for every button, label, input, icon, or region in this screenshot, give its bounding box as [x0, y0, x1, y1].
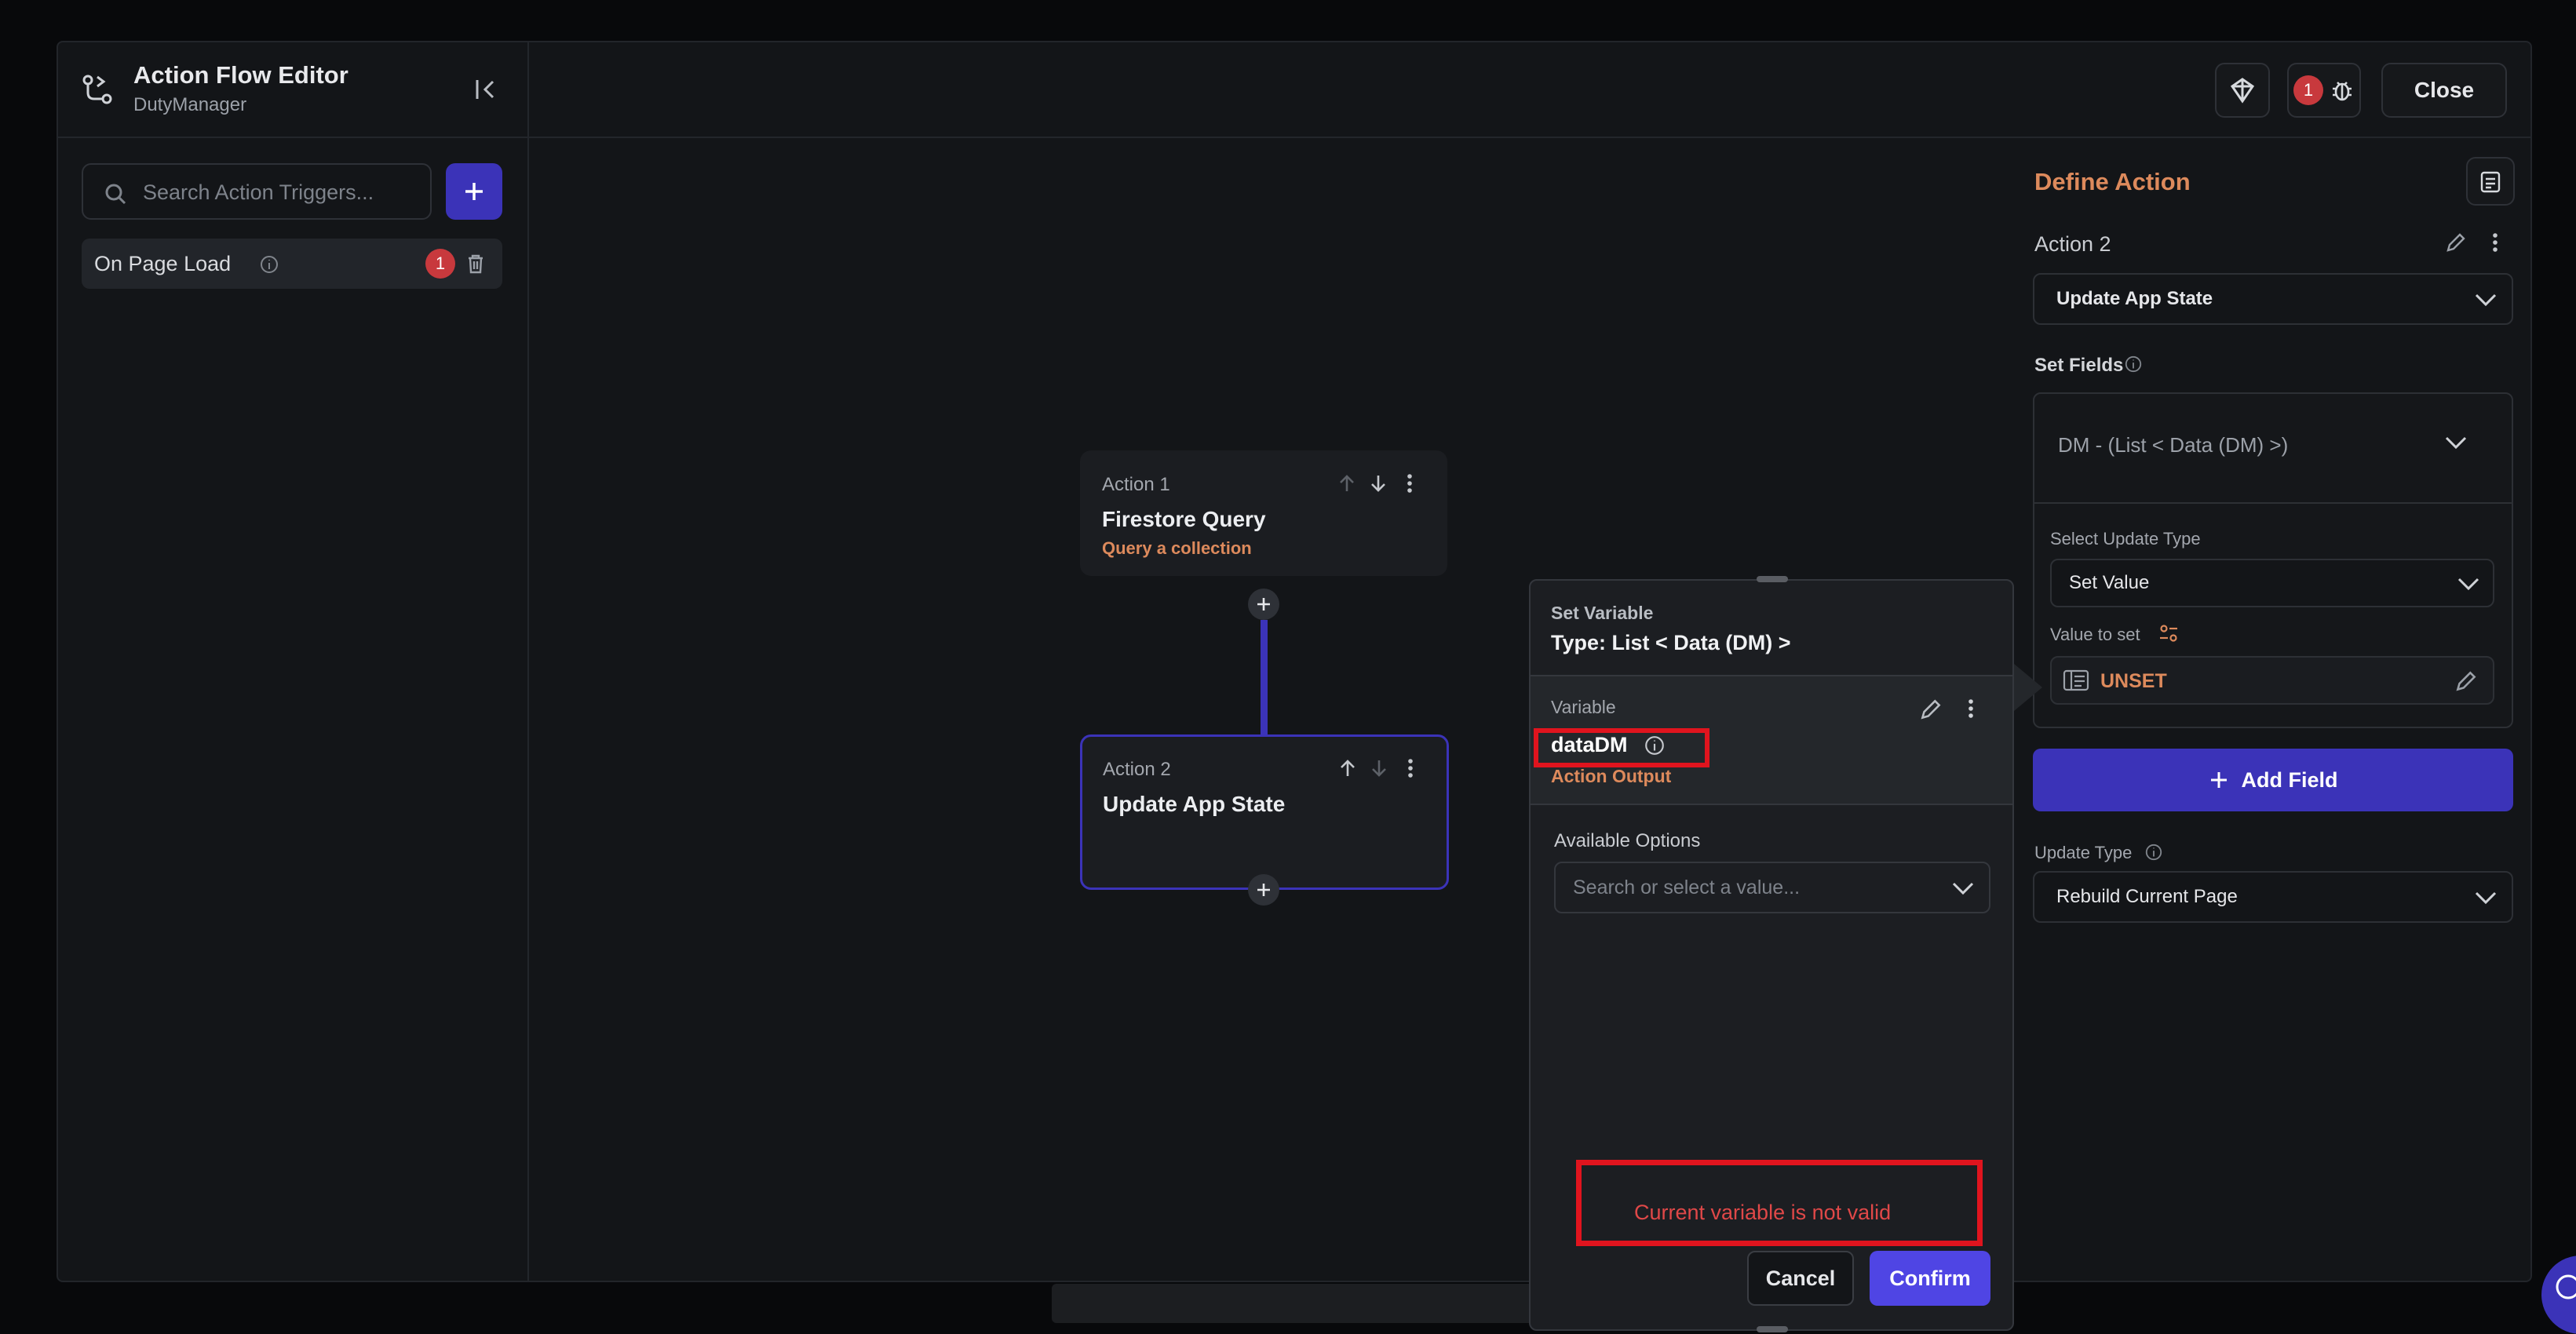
chat-icon	[2556, 1274, 2576, 1299]
variable-section: Variable dataDM Action Output	[1531, 675, 2012, 805]
set-variable-popover: Set Variable Type: List < Data (DM) > Va…	[1529, 576, 2014, 1332]
debug-button[interactable]: 1	[2287, 63, 2361, 118]
chevron-down-icon	[1952, 882, 1974, 895]
variable-type: Type: List < Data (DM) >	[1551, 631, 1791, 654]
popover-heading: Set Variable	[1551, 603, 1654, 623]
chevron-down-icon	[2475, 293, 2497, 307]
action-node-2[interactable]: Action 2 Update App State	[1080, 734, 1449, 890]
info-icon	[1645, 736, 1664, 755]
move-down-icon[interactable]	[1367, 472, 1389, 494]
value-unset: UNSET	[2100, 670, 2167, 692]
action-node-1[interactable]: Action 1 Firestore Query Query a collect…	[1080, 450, 1447, 576]
define-action-title: Define Action	[2034, 168, 2191, 195]
notes-button[interactable]	[2466, 157, 2515, 206]
add-field-button[interactable]: Add Field	[2033, 749, 2513, 811]
field-card-divider	[2034, 502, 2512, 504]
variable-name[interactable]: dataDM	[1551, 733, 1628, 757]
action-title: Firestore Query	[1102, 507, 1266, 531]
sidebar-divider	[527, 42, 529, 1281]
header-divider	[58, 137, 2530, 138]
action-flow-editor-modal: Action Flow Editor DutyManager 1 Close S…	[57, 41, 2532, 1282]
search-icon	[105, 184, 126, 205]
chat-widget-button[interactable]	[2541, 1256, 2576, 1334]
available-options-label: Available Options	[1554, 830, 1701, 851]
add-field-label: Add Field	[2241, 767, 2338, 792]
action-subtitle: Query a collection	[1102, 538, 1252, 558]
add-action-button[interactable]	[1248, 589, 1279, 620]
info-icon	[2125, 355, 2142, 373]
trigger-issue-badge: 1	[425, 249, 455, 279]
plus-icon	[2210, 772, 2227, 788]
action-type-value: Update App State	[2056, 288, 2213, 309]
field-card: DM - (List < Data (DM) >) Select Update …	[2033, 392, 2513, 728]
connector-line	[1261, 620, 1268, 741]
plus-icon	[465, 183, 483, 200]
confirm-label: Confirm	[1889, 1266, 1971, 1290]
chevron-down-icon	[2457, 578, 2479, 591]
variable-icon	[2063, 669, 2089, 691]
value-to-set-field[interactable]: UNSET	[2050, 656, 2494, 705]
flow-icon	[80, 72, 115, 107]
project-name: DutyManager	[133, 94, 247, 115]
resize-handle-bottom[interactable]	[1757, 1326, 1788, 1332]
info-icon	[261, 256, 278, 273]
chevron-down-icon	[2475, 891, 2497, 905]
page-title: Action Flow Editor	[133, 61, 348, 89]
field-name[interactable]: DM - (List < Data (DM) >)	[2058, 433, 2288, 457]
chevron-down-icon[interactable]	[2444, 433, 2468, 452]
move-down-icon[interactable]	[1368, 757, 1390, 779]
more-options-icon[interactable]	[1399, 757, 1421, 779]
notes-icon	[2480, 171, 2501, 193]
edit-icon[interactable]	[2454, 669, 2479, 694]
set-fields-label: Set Fields	[2034, 355, 2124, 376]
variable-label: Variable	[1551, 697, 1616, 717]
popover-arrow-shape	[2014, 664, 2042, 711]
close-button[interactable]: Close	[2381, 63, 2507, 118]
ai-assist-button[interactable]	[2215, 63, 2270, 118]
trigger-item-on-page-load[interactable]: On Page Load 1	[82, 239, 502, 289]
update-type-dropdown[interactable]: Set Value	[2050, 559, 2494, 607]
background-bar	[1052, 1284, 1554, 1323]
options-search-input[interactable]: Search or select a value...	[1554, 862, 1990, 913]
settings-sliders-icon	[2160, 625, 2177, 642]
update-type-select-label: Select Update Type	[2050, 529, 2201, 549]
close-label: Close	[2414, 78, 2475, 102]
trigger-label: On Page Load	[94, 252, 232, 275]
edit-icon[interactable]	[2444, 231, 2468, 254]
edit-icon[interactable]	[1918, 697, 1943, 722]
move-up-icon[interactable]	[1336, 472, 1358, 494]
rebuild-dropdown[interactable]: Rebuild Current Page	[2033, 871, 2513, 923]
issue-count-badge: 1	[2293, 75, 2323, 105]
action-index: Action 2	[1103, 759, 1171, 780]
trigger-search-input[interactable]: Search Action Triggers...	[82, 163, 432, 220]
confirm-button[interactable]: Confirm	[1870, 1251, 1990, 1306]
cancel-label: Cancel	[1765, 1266, 1836, 1290]
collapse-sidebar-icon[interactable]	[473, 75, 501, 104]
action-name-label: Action 2	[2034, 232, 2111, 256]
rebuild-label: Update Type	[2034, 843, 2133, 862]
search-placeholder: Search Action Triggers...	[143, 180, 374, 204]
rebuild-value: Rebuild Current Page	[2056, 886, 2238, 907]
options-placeholder: Search or select a value...	[1573, 877, 1801, 898]
value-to-set-label: Value to set	[2050, 625, 2140, 644]
action-title: Update App State	[1103, 792, 1286, 816]
more-options-icon[interactable]	[2483, 231, 2507, 254]
update-type-value: Set Value	[2069, 572, 2150, 593]
action-type-dropdown[interactable]: Update App State	[2033, 273, 2513, 325]
error-message: Current variable is not valid	[1634, 1201, 1892, 1224]
move-up-icon[interactable]	[1337, 757, 1359, 779]
more-options-icon[interactable]	[1959, 697, 1983, 720]
add-trigger-button[interactable]	[446, 163, 502, 220]
plus-icon	[1257, 598, 1270, 611]
variable-source: Action Output	[1551, 766, 1672, 786]
trash-icon[interactable]	[465, 253, 487, 275]
bug-icon	[2333, 82, 2352, 101]
info-icon	[2145, 844, 2162, 861]
more-options-icon[interactable]	[1399, 472, 1421, 494]
plus-icon	[1257, 884, 1270, 896]
add-action-button[interactable]	[1248, 874, 1279, 906]
action-index: Action 1	[1102, 474, 1170, 495]
cancel-button[interactable]: Cancel	[1747, 1251, 1854, 1306]
resize-handle-top[interactable]	[1757, 576, 1788, 582]
